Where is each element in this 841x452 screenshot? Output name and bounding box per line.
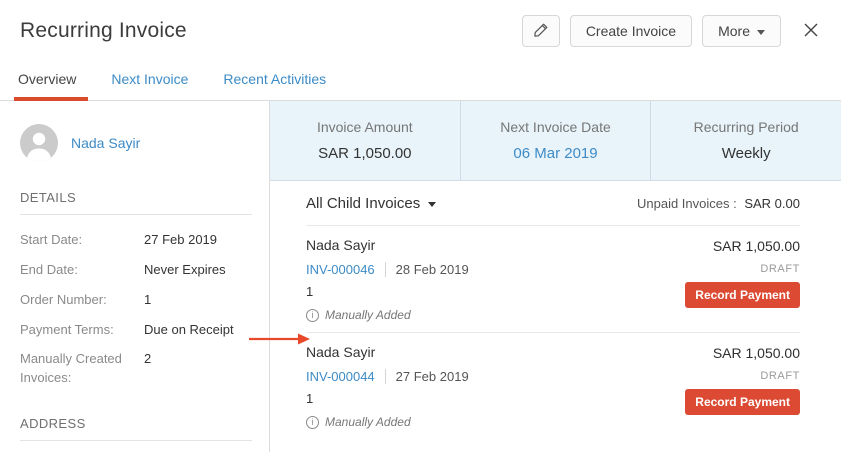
detail-row-start-date: Start Date: 27 Feb 2019 bbox=[20, 231, 252, 250]
tab-recent-activities[interactable]: Recent Activities bbox=[221, 71, 328, 100]
info-icon: i bbox=[306, 416, 319, 429]
invoice-order-number: 1 bbox=[306, 284, 469, 299]
manually-added-note: i Manually Added bbox=[306, 415, 469, 429]
detail-value: 2 bbox=[144, 350, 151, 388]
unpaid-invoices: Unpaid Invoices : SAR 0.00 bbox=[637, 196, 800, 211]
invoice-row-right: SAR 1,050.00 DRAFT Record Payment bbox=[685, 344, 800, 429]
sidebar: Nada Sayir DETAILS Start Date: 27 Feb 20… bbox=[0, 101, 270, 452]
detail-value: 27 Feb 2019 bbox=[144, 231, 217, 250]
detail-row-order-number: Order Number: 1 bbox=[20, 291, 252, 310]
invoice-amount: SAR 1,050.00 bbox=[713, 345, 800, 361]
note-text: Manually Added bbox=[325, 415, 411, 429]
customer-name-link[interactable]: Nada Sayir bbox=[71, 135, 140, 151]
address-heading: ADDRESS bbox=[20, 416, 252, 431]
create-invoice-button[interactable]: Create Invoice bbox=[570, 15, 692, 47]
invoice-meta: INV-000046 28 Feb 2019 bbox=[306, 262, 469, 277]
summary-next-invoice-date: Next Invoice Date 06 Mar 2019 bbox=[460, 101, 651, 180]
invoice-row-left: Nada Sayir INV-000046 28 Feb 2019 1 i Ma… bbox=[306, 237, 469, 322]
detail-row-payment-terms: Payment Terms: Due on Receipt bbox=[20, 321, 252, 340]
close-button[interactable] bbox=[799, 19, 823, 43]
edit-button[interactable] bbox=[522, 15, 560, 47]
record-payment-button[interactable]: Record Payment bbox=[685, 389, 800, 415]
status-badge: DRAFT bbox=[760, 263, 800, 275]
invoice-date: 27 Feb 2019 bbox=[396, 369, 469, 384]
more-button[interactable]: More bbox=[702, 15, 781, 47]
info-icon: i bbox=[306, 309, 319, 322]
detail-value: Due on Receipt bbox=[144, 321, 234, 340]
invoice-row-left: Nada Sayir INV-000044 27 Feb 2019 1 i Ma… bbox=[306, 344, 469, 429]
detail-value: 1 bbox=[144, 291, 151, 310]
invoice-number-link[interactable]: INV-000046 bbox=[306, 262, 375, 277]
record-payment-button[interactable]: Record Payment bbox=[685, 282, 800, 308]
invoice-order-number: 1 bbox=[306, 391, 469, 406]
summary-value: SAR 1,050.00 bbox=[318, 145, 411, 162]
person-icon bbox=[20, 124, 58, 162]
customer-block: Nada Sayir bbox=[20, 124, 252, 162]
tab-bar: Overview Next Invoice Recent Activities bbox=[0, 62, 841, 101]
tab-overview[interactable]: Overview bbox=[16, 71, 78, 100]
invoice-row-right: SAR 1,050.00 DRAFT Record Payment bbox=[685, 237, 800, 322]
detail-label: Start Date: bbox=[20, 231, 144, 250]
invoice-customer: Nada Sayir bbox=[306, 237, 469, 253]
details-heading: DETAILS bbox=[20, 190, 252, 205]
avatar bbox=[20, 124, 58, 162]
child-invoices-header: All Child Invoices Unpaid Invoices : SAR… bbox=[306, 181, 800, 225]
manually-added-note: i Manually Added bbox=[306, 308, 469, 322]
unpaid-label: Unpaid Invoices : bbox=[637, 196, 737, 211]
child-invoices-panel: All Child Invoices Unpaid Invoices : SAR… bbox=[270, 181, 841, 439]
main-panel: Invoice Amount SAR 1,050.00 Next Invoice… bbox=[270, 101, 841, 452]
detail-value: Never Expires bbox=[144, 261, 226, 280]
summary-value: Weekly bbox=[722, 145, 771, 162]
more-button-label: More bbox=[718, 23, 750, 39]
summary-recurring-period: Recurring Period Weekly bbox=[650, 101, 841, 180]
address-divider bbox=[20, 440, 252, 441]
detail-row-manually-created: Manually Created Invoices: 2 bbox=[20, 350, 252, 388]
details-divider bbox=[20, 214, 252, 215]
tab-next-invoice[interactable]: Next Invoice bbox=[109, 71, 190, 100]
status-badge: DRAFT bbox=[760, 370, 800, 382]
topbar: Recurring Invoice Create Invoice More bbox=[0, 0, 841, 62]
recurring-invoice-page: Recurring Invoice Create Invoice More bbox=[0, 0, 841, 452]
content: Nada Sayir DETAILS Start Date: 27 Feb 20… bbox=[0, 101, 841, 452]
invoice-meta: INV-000044 27 Feb 2019 bbox=[306, 369, 469, 384]
detail-label: Order Number: bbox=[20, 291, 144, 310]
summary-strip: Invoice Amount SAR 1,050.00 Next Invoice… bbox=[270, 101, 841, 181]
chevron-down-icon bbox=[428, 202, 436, 207]
child-invoices-filter[interactable]: All Child Invoices bbox=[306, 195, 436, 212]
invoice-amount: SAR 1,050.00 bbox=[713, 238, 800, 254]
detail-label: Manually Created Invoices: bbox=[20, 350, 144, 388]
summary-label: Recurring Period bbox=[694, 119, 799, 135]
detail-label: Payment Terms: bbox=[20, 321, 144, 340]
invoice-row: Nada Sayir INV-000046 28 Feb 2019 1 i Ma… bbox=[306, 225, 800, 332]
summary-label: Invoice Amount bbox=[317, 119, 413, 135]
summary-invoice-amount: Invoice Amount SAR 1,050.00 bbox=[270, 101, 460, 180]
invoice-customer: Nada Sayir bbox=[306, 344, 469, 360]
invoice-date: 28 Feb 2019 bbox=[396, 262, 469, 277]
separator bbox=[385, 262, 386, 277]
filter-label: All Child Invoices bbox=[306, 195, 420, 212]
detail-label: End Date: bbox=[20, 261, 144, 280]
detail-row-end-date: End Date: Never Expires bbox=[20, 261, 252, 280]
close-icon bbox=[802, 21, 820, 42]
note-text: Manually Added bbox=[325, 308, 411, 322]
page-title: Recurring Invoice bbox=[20, 19, 187, 43]
invoice-row: Nada Sayir INV-000044 27 Feb 2019 1 i Ma… bbox=[306, 332, 800, 439]
chevron-down-icon bbox=[757, 30, 765, 35]
invoice-number-link[interactable]: INV-000044 bbox=[306, 369, 375, 384]
unpaid-amount: SAR 0.00 bbox=[744, 196, 800, 211]
separator bbox=[385, 369, 386, 384]
next-invoice-date-link[interactable]: 06 Mar 2019 bbox=[513, 145, 597, 162]
summary-label: Next Invoice Date bbox=[500, 119, 611, 135]
header-actions: Create Invoice More bbox=[522, 15, 823, 47]
pencil-icon bbox=[533, 22, 549, 41]
